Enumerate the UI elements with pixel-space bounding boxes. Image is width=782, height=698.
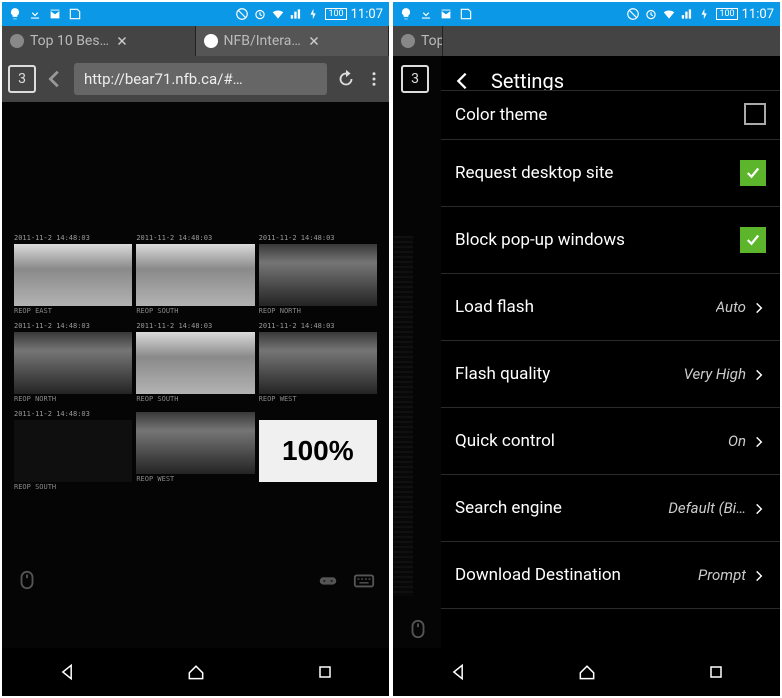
nav-recent-icon[interactable] xyxy=(315,662,335,682)
setting-request-desktop[interactable]: Request desktop site xyxy=(441,140,780,207)
charge-icon xyxy=(698,7,712,21)
right-phone: 100 11:07 Top 1… 3 Settings Color theme … xyxy=(393,2,780,696)
setting-value: On xyxy=(728,432,746,450)
setting-search-engine[interactable]: Search engine Default (Bi… xyxy=(441,475,780,542)
nav-home-icon[interactable] xyxy=(186,662,206,682)
left-phone: 100 11:07 Top 10 Bes… NFB/Intera… 3 http… xyxy=(2,2,389,696)
reload-icon[interactable] xyxy=(335,68,357,90)
lightbulb-icon xyxy=(8,7,22,21)
android-navbar xyxy=(2,648,389,696)
setting-value: Auto xyxy=(716,298,746,316)
camera-grid: 2011-11-2 14:48:03REOP EAST 2011-11-2 14… xyxy=(14,232,377,492)
cam-thumb[interactable]: 2011-11-2 14:48:03REOP SOUTH xyxy=(136,232,254,316)
signal-icon xyxy=(680,7,694,21)
battery-level: 100 xyxy=(716,8,737,20)
alarm-icon xyxy=(253,7,267,21)
cam-thumb[interactable]: REOP WEST xyxy=(136,408,254,492)
chevron-right-icon xyxy=(752,501,766,515)
favicon-icon xyxy=(204,34,218,48)
charge-icon xyxy=(307,7,321,21)
url-bar: 3 http://bear71.nfb.ca/#… xyxy=(2,56,389,102)
more-icon[interactable] xyxy=(365,68,383,90)
back-icon[interactable] xyxy=(44,68,66,90)
settings-overlay: Settings Color theme Request desktop sit… xyxy=(441,56,780,648)
mouse-icon[interactable] xyxy=(407,618,429,640)
chevron-right-icon xyxy=(752,568,766,582)
settings-list[interactable]: Color theme Request desktop site Block p… xyxy=(441,90,780,609)
chevron-right-icon xyxy=(752,300,766,314)
nav-home-icon[interactable] xyxy=(577,662,597,682)
no-sim-icon xyxy=(235,7,249,21)
download-icon xyxy=(28,7,42,21)
nav-back-icon[interactable] xyxy=(57,662,77,682)
tab-count-button[interactable]: 3 xyxy=(401,65,429,93)
clock-time: 11:07 xyxy=(351,7,383,22)
favicon-icon xyxy=(401,34,415,48)
cam-thumb[interactable]: 2011-11-2 14:48:03REOP EAST xyxy=(14,232,132,316)
tab-label: Top 1… xyxy=(421,33,443,49)
status-bar: 100 11:07 xyxy=(2,2,389,26)
setting-color-theme[interactable]: Color theme xyxy=(441,90,780,140)
note-icon xyxy=(68,7,82,21)
android-navbar xyxy=(393,648,780,696)
cam-thumb[interactable]: 2011-11-2 14:48:03REOP NORTH xyxy=(14,320,132,404)
wifi-icon xyxy=(662,7,676,21)
chevron-right-icon xyxy=(752,434,766,448)
gamepad-icon[interactable] xyxy=(317,569,339,591)
mail-icon xyxy=(439,7,453,21)
bg-pattern xyxy=(393,236,413,596)
cam-thumb[interactable]: 2011-11-2 14:48:03REOP WEST xyxy=(259,320,377,404)
setting-value: Default (Bi… xyxy=(668,499,746,517)
keyboard-icon[interactable] xyxy=(353,569,375,591)
cam-thumb[interactable]: 2011-11-2 14:48:03REOP SOUTH xyxy=(136,320,254,404)
browser-tab-0[interactable]: Top 10 Bes… xyxy=(2,26,196,56)
alarm-icon xyxy=(644,7,658,21)
browser-tab-1[interactable]: NFB/Intera… xyxy=(196,26,390,56)
battery-level: 100 xyxy=(325,8,346,20)
chevron-right-icon xyxy=(752,367,766,381)
cam-thumb[interactable]: 100% xyxy=(259,408,377,492)
wifi-icon xyxy=(271,7,285,21)
nav-recent-icon[interactable] xyxy=(706,662,726,682)
back-chevron-icon[interactable] xyxy=(451,70,473,92)
tab-label: Top 10 Bes… xyxy=(30,33,109,49)
setting-value: Very High xyxy=(684,365,746,383)
setting-download-destination[interactable]: Download Destination Prompt xyxy=(441,542,780,609)
browser-tab-0[interactable]: Top 1… xyxy=(393,26,443,56)
bottom-toolbar xyxy=(2,560,389,600)
setting-quick-control[interactable]: Quick control On xyxy=(441,408,780,475)
lightbulb-icon xyxy=(399,7,413,21)
note-icon xyxy=(459,7,473,21)
close-icon[interactable] xyxy=(115,34,129,48)
tab-strip: Top 10 Bes… NFB/Intera… xyxy=(2,26,389,56)
page-content[interactable]: 2011-11-2 14:48:03REOP EAST 2011-11-2 14… xyxy=(2,102,389,648)
download-icon xyxy=(419,7,433,21)
tab-label: NFB/Intera… xyxy=(224,33,301,49)
empty-box-icon xyxy=(744,103,766,125)
setting-value: Prompt xyxy=(698,566,746,584)
setting-block-popups[interactable]: Block pop-up windows xyxy=(441,207,780,274)
setting-load-flash[interactable]: Load flash Auto xyxy=(441,274,780,341)
checkbox-checked-icon[interactable] xyxy=(740,160,766,186)
nav-back-icon[interactable] xyxy=(448,662,468,682)
mail-icon xyxy=(48,7,62,21)
signal-icon xyxy=(289,7,303,21)
clock-time: 11:07 xyxy=(742,7,774,22)
url-input[interactable]: http://bear71.nfb.ca/#… xyxy=(74,63,327,95)
checkbox-checked-icon[interactable] xyxy=(740,227,766,253)
close-icon[interactable] xyxy=(307,34,321,48)
status-bar: 100 11:07 xyxy=(393,2,780,26)
tab-count-button[interactable]: 3 xyxy=(8,65,36,93)
cam-thumb[interactable]: 2011-11-2 14:48:03REOP NORTH xyxy=(259,232,377,316)
tab-strip: Top 1… xyxy=(393,26,780,56)
cam-thumb[interactable]: 2011-11-2 14:48:03REOP SOUTH xyxy=(14,408,132,492)
no-sim-icon xyxy=(626,7,640,21)
loading-percent: 100% xyxy=(259,420,377,482)
setting-flash-quality[interactable]: Flash quality Very High xyxy=(441,341,780,408)
mouse-icon[interactable] xyxy=(16,569,38,591)
favicon-icon xyxy=(10,34,24,48)
